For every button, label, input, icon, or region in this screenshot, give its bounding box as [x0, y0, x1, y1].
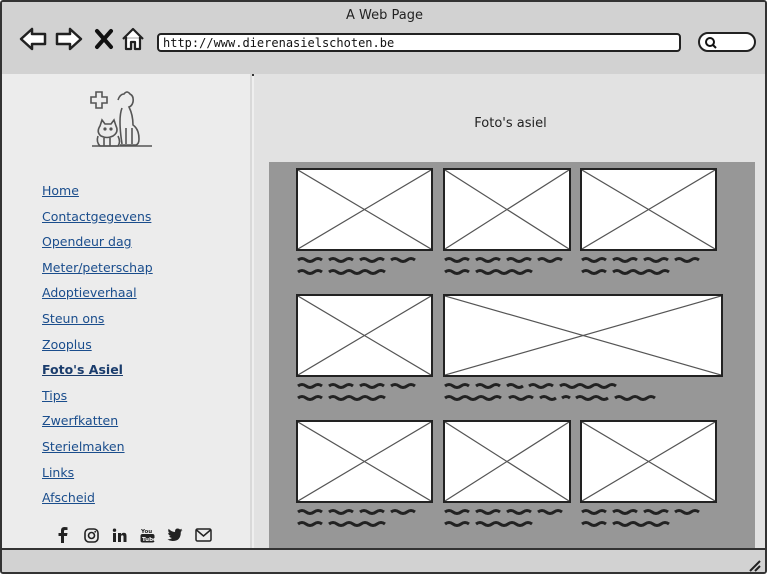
sidebar-item-zwerfkatten[interactable]: Zwerfkatten: [42, 413, 118, 428]
photo-caption-scribble: [443, 507, 578, 535]
sidebar-item-steun-ons[interactable]: Steun ons: [42, 311, 104, 326]
photo-placeholder[interactable]: [580, 168, 717, 251]
photo-caption-scribble: [580, 507, 715, 535]
photo-caption-scribble: [443, 255, 578, 283]
sidebar-item-adoptieverhaal[interactable]: Adoptieverhaal: [42, 285, 137, 300]
window-title: A Web Page: [346, 8, 423, 23]
resize-grip-icon[interactable]: [747, 557, 761, 572]
sidebar-menu: Home Contactgegevens Opendeur dag Meter/…: [42, 180, 153, 513]
photo-placeholder[interactable]: [443, 168, 571, 251]
photo-caption-scribble: [296, 507, 431, 535]
sidebar-item-meter-peterschap[interactable]: Meter/peterschap: [42, 260, 153, 275]
youtube-icon[interactable]: YouTube: [138, 526, 156, 544]
mail-icon[interactable]: [194, 526, 212, 544]
sidebar-item-contactgegevens[interactable]: Contactgegevens: [42, 209, 151, 224]
twitter-icon[interactable]: [166, 526, 184, 544]
sidebar-item-fotos-asiel[interactable]: Foto's Asiel: [42, 362, 123, 377]
photo-placeholder-wide[interactable]: [443, 294, 723, 377]
photo-placeholder[interactable]: [296, 420, 433, 503]
instagram-icon[interactable]: [82, 526, 100, 544]
photo-caption-scribble: [443, 381, 695, 409]
url-input[interactable]: [157, 33, 681, 52]
status-bar: [2, 548, 765, 572]
search-button[interactable]: [698, 32, 756, 52]
page-title: Foto's asiel: [474, 116, 547, 131]
social-icons: YouTube: [54, 526, 212, 544]
facebook-icon[interactable]: [54, 526, 72, 544]
sidebar-item-links[interactable]: Links: [42, 465, 74, 480]
photo-placeholder[interactable]: [296, 294, 433, 377]
sidebar-item-zooplus[interactable]: Zooplus: [42, 337, 92, 352]
linkedin-icon[interactable]: [110, 526, 128, 544]
animal-shelter-logo: [88, 88, 158, 148]
photo-placeholder[interactable]: [296, 168, 433, 251]
photo-caption-scribble: [580, 255, 715, 283]
sidebar-item-afscheid[interactable]: Afscheid: [42, 490, 95, 505]
browser-toolbar: A Web Page: [2, 2, 765, 76]
browser-window: A Web Page http://www.dierenasielschoten…: [0, 0, 767, 574]
close-x-icon[interactable]: [89, 24, 119, 54]
photo-caption-scribble: [296, 381, 431, 409]
sidebar-item-tips[interactable]: Tips: [42, 388, 67, 403]
photo-caption-scribble: [296, 255, 431, 283]
search-icon: [705, 37, 717, 49]
home-icon[interactable]: [118, 24, 148, 54]
photo-gallery: [269, 162, 755, 548]
photo-placeholder[interactable]: [580, 420, 717, 503]
sidebar-item-home[interactable]: Home: [42, 183, 79, 198]
back-arrow-icon[interactable]: [18, 24, 48, 54]
main-content: Foto's asiel: [254, 74, 765, 548]
svg-text:Tube: Tube: [142, 537, 155, 543]
sidebar: Home Contactgegevens Opendeur dag Meter/…: [2, 74, 252, 548]
sidebar-item-sterielmaken[interactable]: Sterielmaken: [42, 439, 125, 454]
sidebar-item-opendeur-dag[interactable]: Opendeur dag: [42, 234, 132, 249]
forward-arrow-icon[interactable]: [54, 24, 84, 54]
photo-placeholder[interactable]: [443, 420, 571, 503]
